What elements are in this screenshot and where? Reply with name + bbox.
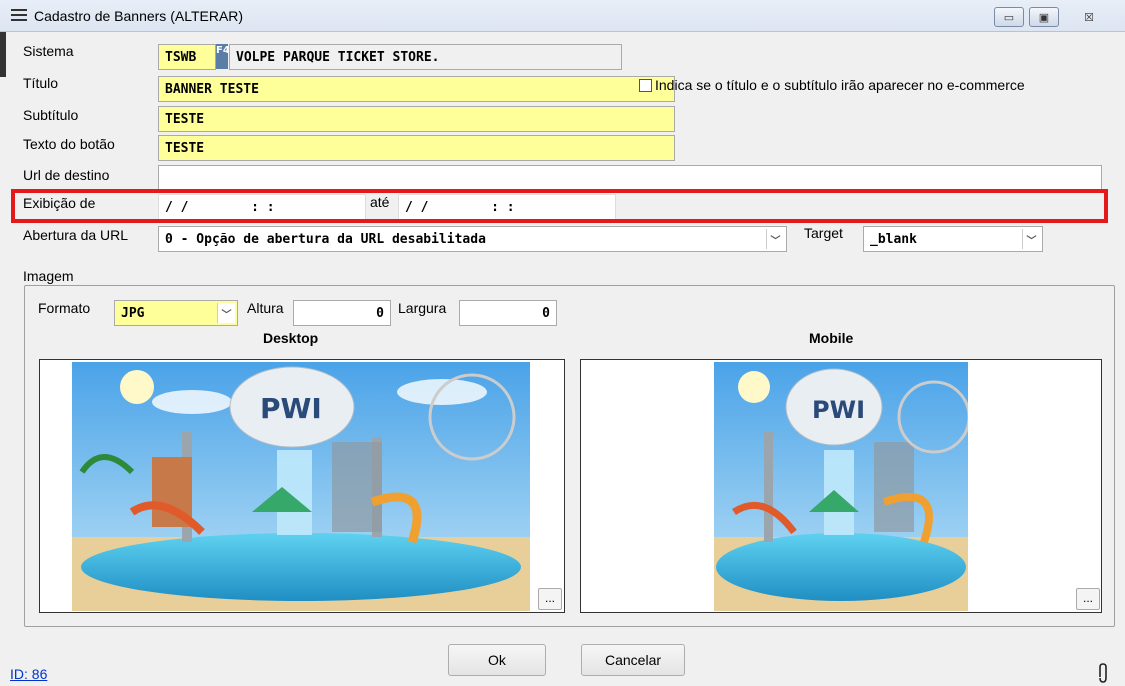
mobile-browse-button[interactable]: ...	[1076, 588, 1100, 610]
sistema-label: Sistema	[23, 43, 74, 59]
texto-botao-label: Texto do botão	[23, 136, 115, 152]
window-title: Cadastro de Banners (ALTERAR)	[34, 8, 244, 24]
texto-botao-field[interactable]: TESTE	[158, 135, 675, 161]
subtitulo-label: Subtítulo	[23, 107, 79, 123]
target-label: Target	[804, 225, 843, 241]
url-destino-label: Url de destino	[23, 167, 110, 183]
desktop-browse-button[interactable]: ...	[538, 588, 562, 610]
formato-label: Formato	[38, 300, 91, 316]
largura-field[interactable]: 0	[459, 300, 557, 326]
cancelar-button[interactable]: Cancelar	[581, 644, 685, 676]
target-value: _blank	[870, 232, 917, 247]
mobile-image-panel: PWI ...	[580, 359, 1102, 613]
formato-value: JPG	[121, 306, 145, 321]
banner-pwi-logo: PWI	[260, 392, 322, 425]
url-destino-field[interactable]	[158, 165, 1102, 191]
desktop-image-panel: PWI ...	[39, 359, 565, 613]
imagem-group-label: Imagem	[23, 268, 74, 284]
titulo-field[interactable]: BANNER TESTE	[158, 76, 675, 102]
chevron-down-icon[interactable]: ﹀	[766, 229, 784, 249]
sistema-name-field: VOLPE PARQUE TICKET STORE.	[229, 44, 622, 70]
title-bar: Cadastro de Banners (ALTERAR) ▭ ▣ ☒	[0, 0, 1125, 32]
formato-select[interactable]: JPG ﹀	[114, 300, 238, 326]
id-link[interactable]: ID: 86	[10, 666, 47, 682]
minimize-button[interactable]: ▭	[994, 7, 1024, 27]
show-title-checkbox[interactable]	[639, 79, 652, 92]
f4-lookup-icon[interactable]: F4	[216, 44, 230, 69]
altura-field[interactable]: 0	[293, 300, 391, 326]
mobile-banner-image: PWI	[714, 362, 968, 611]
highlight-box	[11, 189, 1108, 223]
close-button[interactable]: ☒	[1064, 7, 1114, 27]
menu-icon[interactable]	[11, 9, 27, 22]
target-select[interactable]: _blank ﹀	[863, 226, 1043, 252]
left-edge	[0, 32, 6, 77]
desktop-label: Desktop	[263, 330, 319, 346]
abertura-select[interactable]: 0 - Opção de abertura da URL desabilitad…	[158, 226, 787, 252]
mobile-banner-pwi-logo: PWI	[812, 396, 865, 424]
abertura-value: 0 - Opção de abertura da URL desabilitad…	[165, 232, 486, 247]
altura-label: Altura	[247, 300, 284, 316]
ok-button[interactable]: Ok	[448, 644, 546, 676]
maximize-button[interactable]: ▣	[1029, 7, 1059, 27]
titulo-label: Título	[23, 75, 59, 91]
abertura-label: Abertura da URL	[23, 227, 129, 243]
chevron-down-icon[interactable]: ﹀	[1022, 229, 1040, 249]
chevron-down-icon[interactable]: ﹀	[217, 303, 235, 323]
form-window: Sistema TSWB F4 VOLPE PARQUE TICKET STOR…	[0, 32, 1125, 686]
largura-label: Largura	[398, 300, 447, 316]
subtitulo-field[interactable]: TESTE	[158, 106, 675, 132]
mobile-label: Mobile	[809, 330, 854, 346]
paperclip-icon[interactable]	[1097, 663, 1109, 683]
sistema-code-field[interactable]: TSWB	[158, 44, 216, 70]
show-title-checkbox-label[interactable]: Indica se o título e o subtítulo irão ap…	[655, 77, 1025, 93]
desktop-banner-image: PWI	[72, 362, 530, 611]
